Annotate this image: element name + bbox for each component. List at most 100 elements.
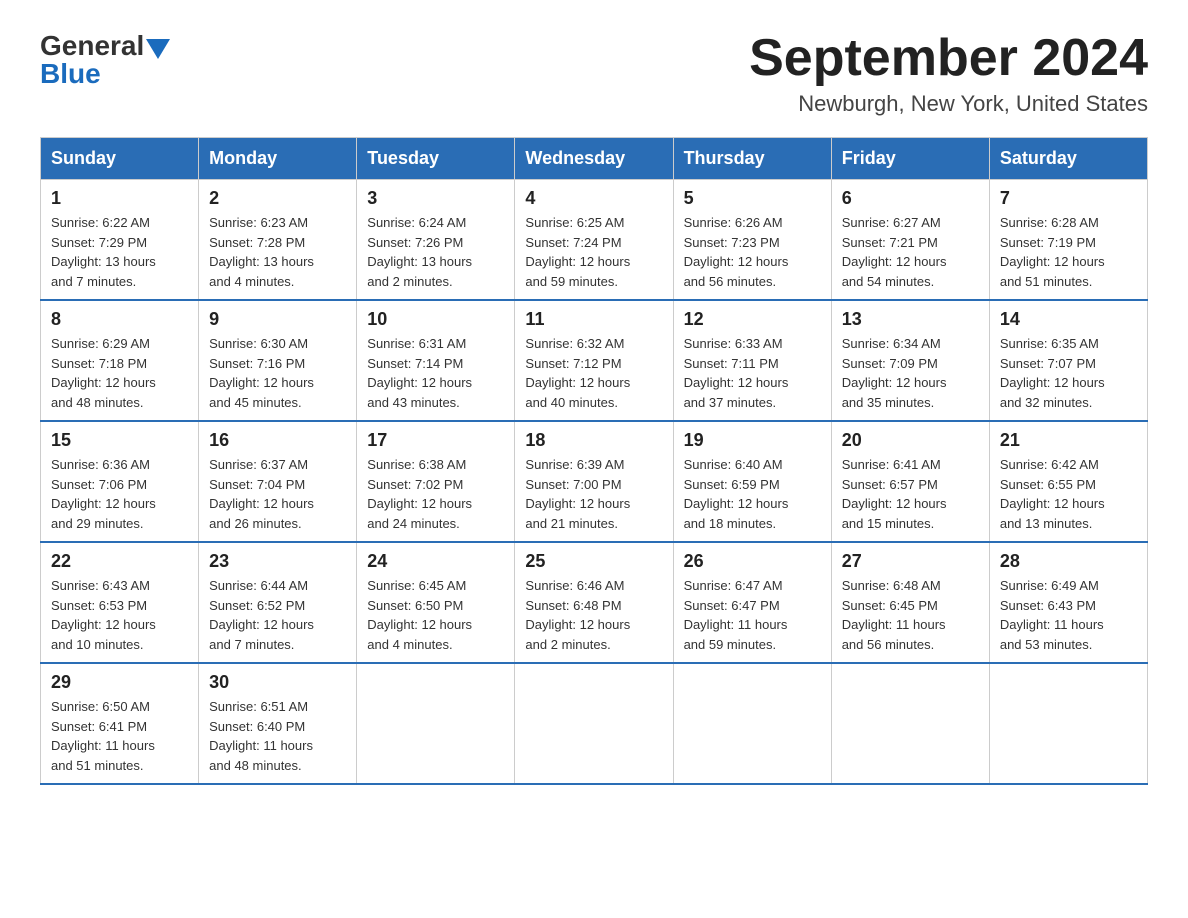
calendar-cell: 1Sunrise: 6:22 AMSunset: 7:29 PMDaylight… [41, 180, 199, 301]
calendar-week-1: 1Sunrise: 6:22 AMSunset: 7:29 PMDaylight… [41, 180, 1148, 301]
day-info: Sunrise: 6:38 AMSunset: 7:02 PMDaylight:… [367, 455, 504, 533]
day-info: Sunrise: 6:32 AMSunset: 7:12 PMDaylight:… [525, 334, 662, 412]
day-number: 9 [209, 309, 346, 330]
calendar-cell: 14 Sunrise: 6:35 AMSunset: 7:07 PMDayligh… [989, 300, 1147, 421]
day-info: Sunrise: 6:50 AMSunset: 6:41 PMDaylight:… [51, 697, 188, 775]
calendar-cell: 19Sunrise: 6:40 AMSunset: 6:59 PMDayligh… [673, 421, 831, 542]
day-info: Sunrise: 6:27 AMSunset: 7:21 PMDaylight:… [842, 213, 979, 291]
calendar-cell: 24 Sunrise: 6:45 AMSunset: 6:50 PMDayligh… [357, 542, 515, 663]
day-number: 10 [367, 309, 504, 330]
day-info: Sunrise: 6:40 AMSunset: 6:59 PMDaylight:… [684, 455, 821, 533]
calendar-cell: 30Sunrise: 6:51 AMSunset: 6:40 PMDayligh… [199, 663, 357, 784]
calendar-title: September 2024 [749, 30, 1148, 87]
calendar-cell [357, 663, 515, 784]
calendar-cell: 21 Sunrise: 6:42 AMSunset: 6:55 PMDayligh… [989, 421, 1147, 542]
day-info: Sunrise: 6:42 AMSunset: 6:55 PMDaylight:… [1000, 455, 1137, 533]
weekday-header-thursday: Thursday [673, 138, 831, 180]
day-number: 16 [209, 430, 346, 451]
day-number: 12 [684, 309, 821, 330]
logo-blue-text: Blue [40, 58, 101, 90]
weekday-header-wednesday: Wednesday [515, 138, 673, 180]
calendar-week-2: 8 Sunrise: 6:29 AMSunset: 7:18 PMDaylight… [41, 300, 1148, 421]
day-number: 13 [842, 309, 979, 330]
calendar-cell: 22 Sunrise: 6:43 AMSunset: 6:53 PMDayligh… [41, 542, 199, 663]
calendar-cell: 7 Sunrise: 6:28 AMSunset: 7:19 PMDaylight… [989, 180, 1147, 301]
calendar-cell: 28 Sunrise: 6:49 AMSunset: 6:43 PMDayligh… [989, 542, 1147, 663]
day-info: Sunrise: 6:26 AMSunset: 7:23 PMDaylight:… [684, 213, 821, 291]
day-number: 3 [367, 188, 504, 209]
calendar-cell: 2 Sunrise: 6:23 AMSunset: 7:28 PMDaylight… [199, 180, 357, 301]
calendar-week-5: 29 Sunrise: 6:50 AMSunset: 6:41 PMDayligh… [41, 663, 1148, 784]
title-block: September 2024 Newburgh, New York, Unite… [749, 30, 1148, 117]
day-number: 15 [51, 430, 188, 451]
day-number: 21 [1000, 430, 1137, 451]
day-number: 22 [51, 551, 188, 572]
day-info: Sunrise: 6:22 AMSunset: 7:29 PMDaylight:… [51, 213, 188, 291]
day-number: 8 [51, 309, 188, 330]
day-number: 17 [367, 430, 504, 451]
calendar-cell [515, 663, 673, 784]
calendar-cell: 18 Sunrise: 6:39 AMSunset: 7:00 PMDayligh… [515, 421, 673, 542]
day-info: Sunrise: 6:28 AMSunset: 7:19 PMDaylight:… [1000, 213, 1137, 291]
day-info: Sunrise: 6:34 AMSunset: 7:09 PMDaylight:… [842, 334, 979, 412]
calendar-week-3: 15 Sunrise: 6:36 AMSunset: 7:06 PMDayligh… [41, 421, 1148, 542]
day-info: Sunrise: 6:29 AMSunset: 7:18 PMDaylight:… [51, 334, 188, 412]
day-number: 29 [51, 672, 188, 693]
day-number: 28 [1000, 551, 1137, 572]
weekday-header-friday: Friday [831, 138, 989, 180]
day-info: Sunrise: 6:31 AMSunset: 7:14 PMDaylight:… [367, 334, 504, 412]
logo-triangle-icon [146, 39, 170, 59]
day-info: Sunrise: 6:41 AMSunset: 6:57 PMDaylight:… [842, 455, 979, 533]
calendar-body: 1Sunrise: 6:22 AMSunset: 7:29 PMDaylight… [41, 180, 1148, 785]
day-info: Sunrise: 6:43 AMSunset: 6:53 PMDaylight:… [51, 576, 188, 654]
calendar-cell: 16Sunrise: 6:37 AMSunset: 7:04 PMDayligh… [199, 421, 357, 542]
day-info: Sunrise: 6:51 AMSunset: 6:40 PMDaylight:… [209, 697, 346, 775]
day-info: Sunrise: 6:36 AMSunset: 7:06 PMDaylight:… [51, 455, 188, 533]
calendar-cell: 13 Sunrise: 6:34 AMSunset: 7:09 PMDayligh… [831, 300, 989, 421]
calendar-cell: 29 Sunrise: 6:50 AMSunset: 6:41 PMDayligh… [41, 663, 199, 784]
weekday-header-tuesday: Tuesday [357, 138, 515, 180]
calendar-cell: 26 Sunrise: 6:47 AMSunset: 6:47 PMDayligh… [673, 542, 831, 663]
day-number: 26 [684, 551, 821, 572]
calendar-cell: 9Sunrise: 6:30 AMSunset: 7:16 PMDaylight… [199, 300, 357, 421]
calendar-cell: 25Sunrise: 6:46 AMSunset: 6:48 PMDayligh… [515, 542, 673, 663]
day-number: 27 [842, 551, 979, 572]
day-info: Sunrise: 6:35 AMSunset: 7:07 PMDaylight:… [1000, 334, 1137, 412]
day-info: Sunrise: 6:23 AMSunset: 7:28 PMDaylight:… [209, 213, 346, 291]
day-number: 14 [1000, 309, 1137, 330]
day-number: 5 [684, 188, 821, 209]
day-info: Sunrise: 6:44 AMSunset: 6:52 PMDaylight:… [209, 576, 346, 654]
day-info: Sunrise: 6:48 AMSunset: 6:45 PMDaylight:… [842, 576, 979, 654]
location-subtitle: Newburgh, New York, United States [749, 91, 1148, 117]
day-info: Sunrise: 6:25 AMSunset: 7:24 PMDaylight:… [525, 213, 662, 291]
calendar-cell: 27 Sunrise: 6:48 AMSunset: 6:45 PMDayligh… [831, 542, 989, 663]
calendar-cell [831, 663, 989, 784]
day-info: Sunrise: 6:24 AMSunset: 7:26 PMDaylight:… [367, 213, 504, 291]
day-number: 2 [209, 188, 346, 209]
calendar-cell [673, 663, 831, 784]
calendar-cell: 23 Sunrise: 6:44 AMSunset: 6:52 PMDayligh… [199, 542, 357, 663]
calendar-cell: 15 Sunrise: 6:36 AMSunset: 7:06 PMDayligh… [41, 421, 199, 542]
day-number: 20 [842, 430, 979, 451]
calendar-cell: 5 Sunrise: 6:26 AMSunset: 7:23 PMDaylight… [673, 180, 831, 301]
day-number: 24 [367, 551, 504, 572]
calendar-cell [989, 663, 1147, 784]
day-number: 7 [1000, 188, 1137, 209]
calendar-week-4: 22 Sunrise: 6:43 AMSunset: 6:53 PMDayligh… [41, 542, 1148, 663]
calendar-cell: 8 Sunrise: 6:29 AMSunset: 7:18 PMDaylight… [41, 300, 199, 421]
logo: General Blue [40, 30, 170, 90]
day-info: Sunrise: 6:39 AMSunset: 7:00 PMDaylight:… [525, 455, 662, 533]
calendar-cell: 17 Sunrise: 6:38 AMSunset: 7:02 PMDayligh… [357, 421, 515, 542]
calendar-cell: 10 Sunrise: 6:31 AMSunset: 7:14 PMDayligh… [357, 300, 515, 421]
day-number: 25 [525, 551, 662, 572]
calendar-table: SundayMondayTuesdayWednesdayThursdayFrid… [40, 137, 1148, 785]
day-info: Sunrise: 6:47 AMSunset: 6:47 PMDaylight:… [684, 576, 821, 654]
weekday-header-row: SundayMondayTuesdayWednesdayThursdayFrid… [41, 138, 1148, 180]
calendar-cell: 6Sunrise: 6:27 AMSunset: 7:21 PMDaylight… [831, 180, 989, 301]
weekday-header-monday: Monday [199, 138, 357, 180]
day-number: 23 [209, 551, 346, 572]
calendar-cell: 11Sunrise: 6:32 AMSunset: 7:12 PMDayligh… [515, 300, 673, 421]
day-info: Sunrise: 6:49 AMSunset: 6:43 PMDaylight:… [1000, 576, 1137, 654]
day-number: 18 [525, 430, 662, 451]
day-info: Sunrise: 6:45 AMSunset: 6:50 PMDaylight:… [367, 576, 504, 654]
